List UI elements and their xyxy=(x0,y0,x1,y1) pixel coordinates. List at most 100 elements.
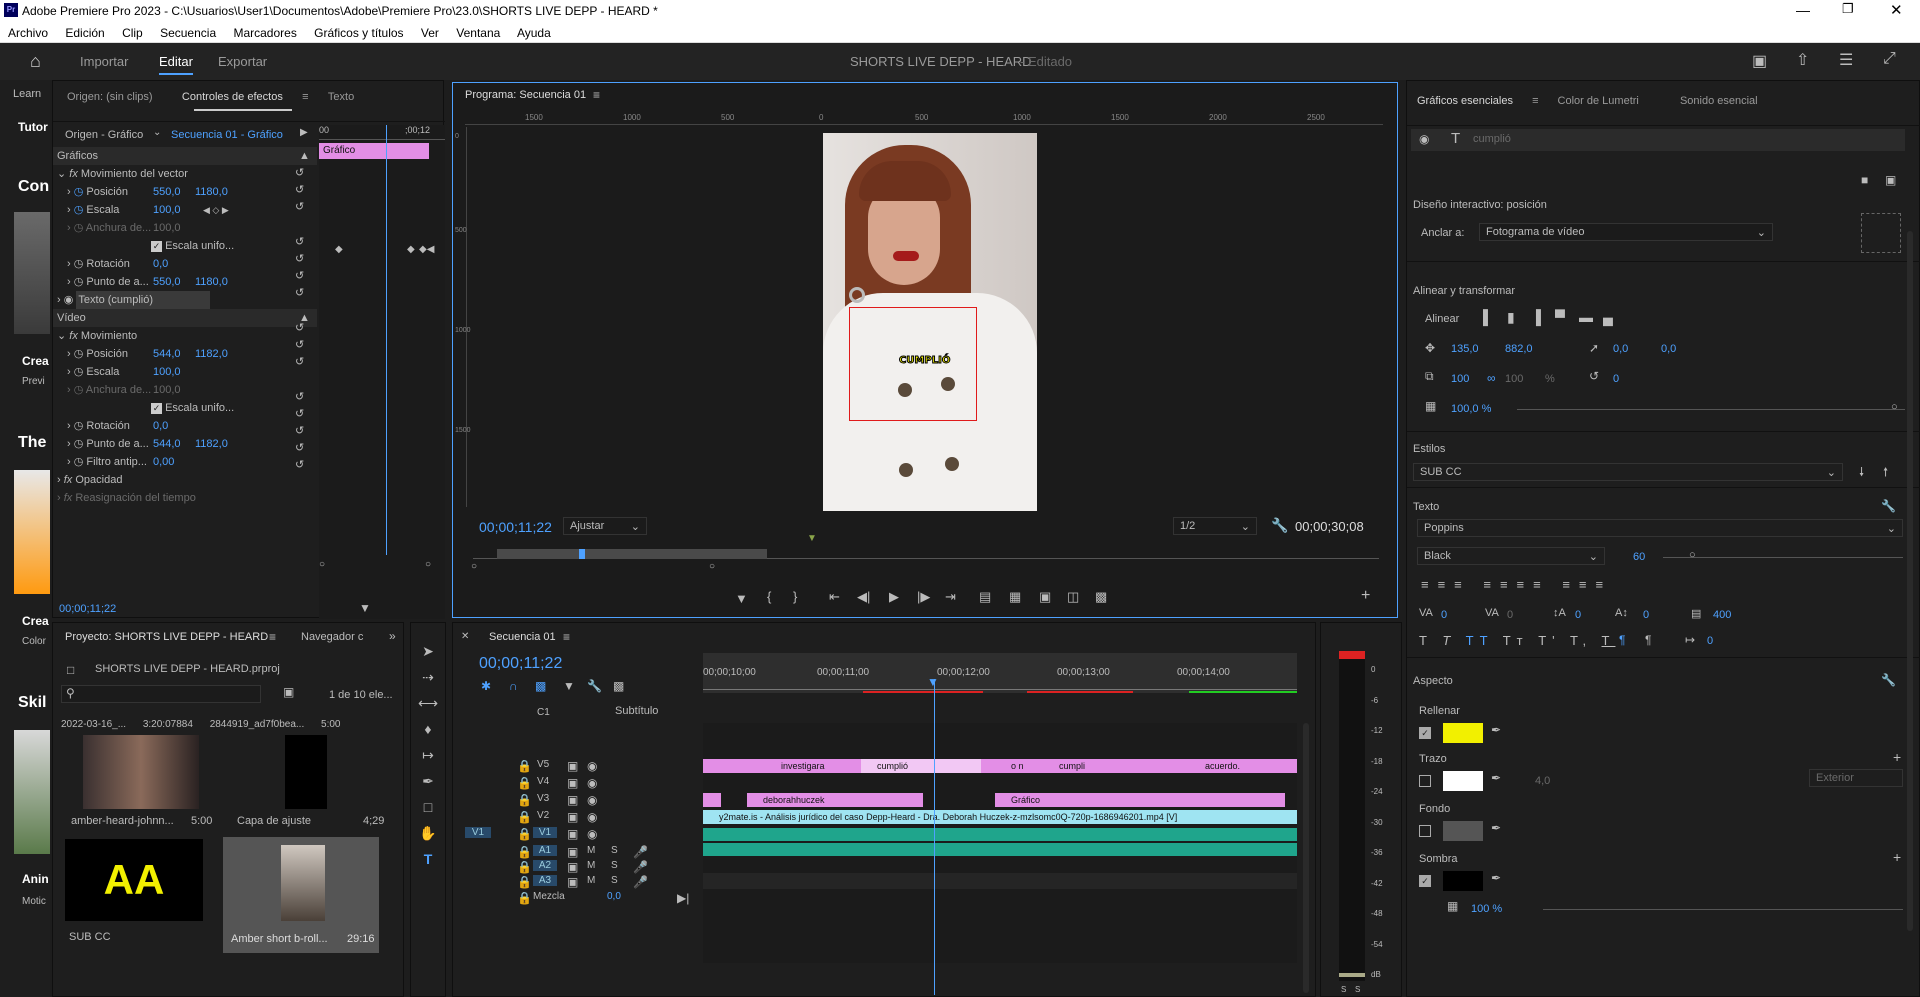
project-item[interactable]: Amber short b-roll... 29:16 xyxy=(223,837,379,953)
quick-export-icon[interactable]: ▣ xyxy=(1752,51,1767,71)
toggle-sync-icon[interactable]: ▣ xyxy=(567,827,578,841)
wrench-icon[interactable]: 🔧 xyxy=(1271,517,1288,534)
chevron-down-icon[interactable]: ⌄ xyxy=(153,127,161,138)
new-layer-folder-icon[interactable]: ■ xyxy=(1861,173,1868,187)
v-rotation-value[interactable]: 0,0 xyxy=(153,255,168,273)
align-center-h-icon[interactable]: ▮ xyxy=(1507,309,1515,326)
keyframe-icon[interactable]: ◆ xyxy=(407,244,415,255)
anchor-y[interactable]: 0,0 xyxy=(1661,343,1676,355)
go-to-out-icon[interactable]: ⇥ xyxy=(945,589,956,605)
layer-row[interactable]: ◉ T cumplió xyxy=(1411,129,1905,151)
learn-item[interactable]: Skil xyxy=(18,694,46,712)
menu-ayuda[interactable]: Ayuda xyxy=(517,26,551,40)
stopwatch-icon[interactable]: ◷ xyxy=(74,420,84,432)
wrench-icon[interactable]: 🔧 xyxy=(587,679,602,693)
expand-icon[interactable]: › xyxy=(67,366,71,378)
source-dropdown[interactable]: Origen - Gráfico xyxy=(65,129,143,141)
scrollbar[interactable] xyxy=(1907,231,1913,931)
m-filter-value[interactable]: 0,00 xyxy=(153,453,174,471)
expand-icon[interactable]: › xyxy=(67,186,71,198)
menu-marcadores[interactable]: Marcadores xyxy=(233,26,296,40)
solo-button[interactable]: S xyxy=(611,875,618,886)
toggle-sync-icon[interactable]: ▣ xyxy=(567,776,578,790)
project-item[interactable]: AA SUB CC xyxy=(61,839,217,947)
lock-icon[interactable]: 🔒 xyxy=(517,845,532,859)
background-checkbox[interactable] xyxy=(1419,825,1431,837)
tab-origen[interactable]: Origen: (sin clips) xyxy=(67,91,153,103)
mute-button[interactable]: M xyxy=(587,875,595,886)
weight-dropdown[interactable]: Black ⌄ xyxy=(1417,547,1605,565)
menu-graficos[interactable]: Gráficos y títulos xyxy=(314,26,403,40)
v-position-x[interactable]: 550,0 xyxy=(153,183,181,201)
m-rotation-value[interactable]: 0,0 xyxy=(153,417,168,435)
playhead-head-icon[interactable]: ▼ xyxy=(927,675,939,689)
expand-icon[interactable]: › xyxy=(67,420,71,432)
fill-color-swatch[interactable] xyxy=(1443,723,1483,743)
anchor-dropdown[interactable]: Fotograma de vídeo ⌄ xyxy=(1479,223,1773,241)
resolution-dropdown[interactable]: 1/2 ⌄ xyxy=(1173,517,1257,535)
fx-icon[interactable]: fx xyxy=(69,168,78,180)
rectangle-tool-icon[interactable]: □ xyxy=(411,799,445,821)
stopwatch-icon[interactable]: ◷ xyxy=(74,204,84,216)
ec-footer-timecode[interactable]: 00;00;11;22 xyxy=(59,603,116,615)
ec-timeline[interactable]: 00 ;00;12 Gráfico ◆ ◆ ◆◀ ○ ○ xyxy=(319,125,445,619)
stroke-color-swatch[interactable] xyxy=(1443,771,1483,791)
font-size-value[interactable]: 60 xyxy=(1633,551,1645,563)
leading-value[interactable]: 400 xyxy=(1713,609,1731,621)
step-back-icon[interactable]: ◀| xyxy=(857,589,870,605)
expand-icon[interactable]: › xyxy=(57,294,61,306)
checkbox-icon[interactable]: ✓ xyxy=(151,403,162,414)
expand-icon[interactable]: ⌄ xyxy=(57,330,66,342)
more-tabs-icon[interactable]: » xyxy=(389,629,396,643)
fx-icon[interactable]: fx xyxy=(69,330,78,342)
menu-ver[interactable]: Ver xyxy=(421,26,439,40)
panel-menu-icon[interactable]: ≡ xyxy=(1532,95,1538,107)
toggle-sync-icon[interactable]: ▣ xyxy=(567,845,578,859)
stopwatch-icon[interactable]: ◷ xyxy=(74,276,84,288)
eye-icon[interactable]: ◉ xyxy=(587,759,597,773)
scroll-handle-icon[interactable]: ○ xyxy=(709,561,715,572)
close-icon[interactable]: ✕ xyxy=(461,631,469,642)
toggle-sync-icon[interactable]: ▣ xyxy=(567,759,578,773)
tab-learn[interactable]: Learn xyxy=(13,88,41,100)
opacity-slider[interactable] xyxy=(1517,409,1905,410)
v-position-y[interactable]: 1180,0 xyxy=(195,183,228,201)
align-left-icon[interactable]: ▌ xyxy=(1483,309,1493,325)
expand-icon[interactable]: › xyxy=(67,456,71,468)
align-top-icon[interactable]: ▀ xyxy=(1555,309,1565,325)
v-anchor-y[interactable]: 1180,0 xyxy=(195,273,228,291)
style-dropdown[interactable]: SUB CC ⌄ xyxy=(1413,463,1843,481)
tab-lumetri[interactable]: Color de Lumetri xyxy=(1558,95,1639,107)
program-playhead[interactable] xyxy=(579,549,585,559)
marker-icon[interactable]: ▼ xyxy=(563,679,575,693)
align-bottom-icon[interactable]: ▄ xyxy=(1603,309,1613,325)
shadow-opacity-value[interactable]: 100 % xyxy=(1471,903,1502,915)
play-only-icon[interactable]: ▶ xyxy=(300,127,308,138)
mute-button[interactable]: M xyxy=(587,845,595,856)
align-center-v-icon[interactable]: ▬ xyxy=(1579,309,1593,325)
eye-icon[interactable]: ◉ xyxy=(587,776,597,790)
align-right-icon[interactable]: ▐ xyxy=(1531,309,1541,325)
tab-width-value[interactable]: 0 xyxy=(1707,635,1713,647)
panel-menu-icon[interactable]: ≡ xyxy=(302,91,308,103)
extract-icon[interactable]: ▦ xyxy=(1009,589,1021,605)
razor-tool-icon[interactable]: ♦ xyxy=(411,721,445,743)
new-layer-icon[interactable]: ▣ xyxy=(1885,173,1896,187)
shadow-opacity-slider[interactable] xyxy=(1543,909,1903,910)
learn-thumb[interactable] xyxy=(14,730,50,854)
tutorial-tab[interactable]: Tutor xyxy=(18,120,48,134)
track-area[interactable]: investigara cumplió o n cumpli acuerdo. … xyxy=(703,723,1297,963)
font-size-handle-icon[interactable]: ○ xyxy=(1689,549,1696,561)
timeline-playhead[interactable] xyxy=(934,679,935,995)
font-dropdown[interactable]: Poppins ⌄ xyxy=(1417,519,1903,537)
share-icon[interactable]: ⇧ xyxy=(1796,50,1809,70)
tab-sonido-esencial[interactable]: Sonido esencial xyxy=(1680,95,1758,107)
fit-dropdown[interactable]: Ajustar ⌄ xyxy=(563,517,647,535)
tab-project[interactable]: Proyecto: SHORTS LIVE DEPP - HEARD xyxy=(65,631,268,643)
rotation-value[interactable]: 0 xyxy=(1613,373,1619,385)
lock-icon[interactable]: 🔒 xyxy=(517,759,532,773)
stopwatch-icon[interactable]: ◷ xyxy=(74,366,84,378)
project-search[interactable]: ⚲ xyxy=(61,685,261,703)
panel-menu-icon[interactable]: ≡ xyxy=(563,630,570,644)
add-button-icon[interactable]: + xyxy=(1361,587,1370,605)
